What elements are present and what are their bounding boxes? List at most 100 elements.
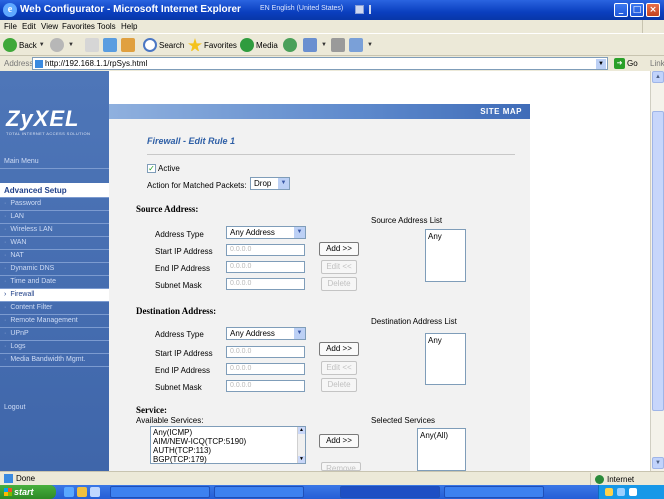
sidebar-item-content-filter[interactable]: Content Filter	[0, 302, 109, 315]
mail-button[interactable]: ▼	[303, 37, 327, 53]
selected-services-list[interactable]: Any(All)	[417, 428, 466, 471]
source-add-button[interactable]: Add >>	[319, 242, 359, 256]
destination-delete-button[interactable]: Delete	[321, 378, 357, 392]
refresh-button[interactable]	[103, 37, 119, 53]
edit-page-button[interactable]: ▼	[349, 37, 373, 53]
scroll-down-icon[interactable]: ▼	[298, 456, 305, 463]
quick-launch-desktop-icon[interactable]	[90, 487, 100, 497]
page-content: ZyXEL TOTAL INTERNET ACCESS SOLUTION Mai…	[0, 71, 650, 471]
scroll-thumb[interactable]	[652, 111, 664, 411]
maximize-button[interactable]: □	[630, 3, 644, 17]
list-item[interactable]: Any	[428, 336, 465, 345]
source-subnet-input[interactable]: 0.0.0.0	[226, 278, 305, 290]
sidebar-item-logout[interactable]: Logout	[0, 401, 109, 415]
sidebar-item-firewall[interactable]: Firewall	[0, 289, 109, 302]
available-services-list[interactable]: Any(ICMP) AIM/NEW-ICQ(TCP:5190) AUTH(TCP…	[150, 426, 306, 464]
menu-view[interactable]: View	[41, 22, 58, 31]
header-bar: SITE MAP	[109, 104, 530, 119]
scroll-down-icon[interactable]: ▼	[652, 457, 664, 469]
service-remove-button[interactable]: Remove	[321, 462, 361, 471]
print-button[interactable]	[331, 37, 347, 53]
list-item[interactable]: Any(ICMP)	[153, 428, 305, 437]
destination-address-type-select[interactable]: Any Address ▼	[226, 327, 306, 340]
source-end-ip-label: End IP Address	[155, 264, 210, 273]
active-checkbox[interactable]: ✓	[147, 164, 156, 173]
sidebar-item-time-and-date[interactable]: Time and Date	[0, 276, 109, 289]
source-address-list[interactable]: Any	[425, 229, 466, 282]
list-item[interactable]: AIM/NEW-ICQ(TCP:5190)	[153, 437, 305, 446]
sidebar-item-main-menu[interactable]: Main Menu	[0, 155, 109, 169]
links-button[interactable]: Links	[650, 59, 664, 68]
menu-favorites[interactable]: Favorites	[62, 22, 95, 31]
menu-help[interactable]: Help	[121, 22, 137, 31]
sidebar-item-wireless-lan[interactable]: Wireless LAN	[0, 224, 109, 237]
destination-subnet-label: Subnet Mask	[155, 383, 202, 392]
page-scrollbar[interactable]: ▲ ▼	[650, 71, 664, 471]
taskbar-button[interactable]	[444, 486, 544, 498]
destination-edit-button[interactable]: Edit <<	[321, 361, 357, 375]
start-button[interactable]: start	[0, 485, 56, 499]
media-button[interactable]: Media	[240, 37, 278, 53]
page-done-icon	[4, 474, 13, 483]
scroll-up-icon[interactable]: ▲	[652, 71, 664, 83]
go-button[interactable]: ➜ Go	[614, 58, 638, 69]
sidebar-item-logs[interactable]: Logs	[0, 341, 109, 354]
source-address-type-select[interactable]: Any Address ▼	[226, 226, 306, 239]
destination-address-list[interactable]: Any	[425, 333, 466, 385]
sidebar-item-wan[interactable]: WAN	[0, 237, 109, 250]
history-button[interactable]	[283, 37, 299, 53]
sidebar-item-media-bandwidth-mgmt[interactable]: Media Bandwidth Mgmt.	[0, 354, 109, 367]
language-bar-handle-icon[interactable]	[369, 5, 373, 14]
menu-edit[interactable]: Edit	[22, 22, 36, 31]
tray-icon[interactable]	[605, 488, 613, 496]
sidebar-item-upnp[interactable]: UPnP	[0, 328, 109, 341]
sidebar-item-lan[interactable]: LAN	[0, 211, 109, 224]
sidebar-heading-advanced-setup[interactable]: Advanced Setup	[0, 183, 109, 198]
favorites-button[interactable]: Favorites	[188, 37, 237, 53]
taskbar-button[interactable]	[110, 486, 210, 498]
close-button[interactable]: ×	[646, 3, 660, 17]
source-delete-button[interactable]: Delete	[321, 277, 357, 291]
list-item[interactable]: Any	[428, 232, 465, 241]
list-item[interactable]: BGP(TCP:179)	[153, 455, 305, 464]
services-scrollbar[interactable]: ▲ ▼	[297, 427, 305, 463]
address-input[interactable]: http://192.168.1.1/rpSys.html ▼	[32, 57, 608, 70]
forward-button[interactable]: ▼	[50, 37, 74, 53]
sidebar-item-dynamic-dns[interactable]: Dynamic DNS	[0, 263, 109, 276]
sidebar-item-password[interactable]: Password	[0, 198, 109, 211]
destination-add-button[interactable]: Add >>	[319, 342, 359, 356]
scroll-up-icon[interactable]: ▲	[298, 427, 305, 434]
sidebar-item-remote-management[interactable]: Remote Management	[0, 315, 109, 328]
quick-launch-folder-icon[interactable]	[77, 487, 87, 497]
language-bar-icon[interactable]	[355, 5, 364, 14]
action-select[interactable]: Drop ▼	[250, 177, 290, 190]
tray-icon[interactable]	[629, 488, 637, 496]
destination-address-heading: Destination Address:	[136, 306, 217, 316]
stop-button[interactable]	[85, 37, 101, 53]
minimize-button[interactable]: _	[614, 3, 628, 17]
source-end-ip-input[interactable]: 0.0.0.0	[226, 261, 305, 273]
tray-icon[interactable]	[617, 488, 625, 496]
taskbar-button[interactable]	[214, 486, 304, 498]
language-indicator[interactable]: EN English (United States)	[260, 5, 343, 12]
destination-end-ip-input[interactable]: 0.0.0.0	[226, 363, 305, 375]
sidebar-item-nat[interactable]: NAT	[0, 250, 109, 263]
site-map-link[interactable]: SITE MAP	[480, 107, 522, 116]
destination-start-ip-input[interactable]: 0.0.0.0	[226, 346, 305, 358]
menu-file[interactable]: File	[4, 22, 17, 31]
source-start-ip-input[interactable]: 0.0.0.0	[226, 244, 305, 256]
search-button[interactable]: Search	[143, 37, 184, 53]
destination-subnet-input[interactable]: 0.0.0.0	[226, 380, 305, 392]
system-tray	[598, 485, 664, 499]
source-edit-button[interactable]: Edit <<	[321, 260, 357, 274]
home-button[interactable]	[121, 37, 137, 53]
list-item[interactable]: AUTH(TCP:113)	[153, 446, 305, 455]
service-add-button[interactable]: Add >>	[319, 434, 359, 448]
back-button[interactable]: Back ▼	[3, 37, 45, 53]
go-arrow-icon: ➜	[614, 58, 625, 69]
address-dropdown-icon[interactable]: ▼	[596, 59, 606, 69]
taskbar-button-active[interactable]	[340, 486, 440, 498]
quick-launch-ie-icon[interactable]	[64, 487, 74, 497]
menu-tools[interactable]: Tools	[97, 22, 116, 31]
list-item[interactable]: Any(All)	[420, 431, 465, 440]
